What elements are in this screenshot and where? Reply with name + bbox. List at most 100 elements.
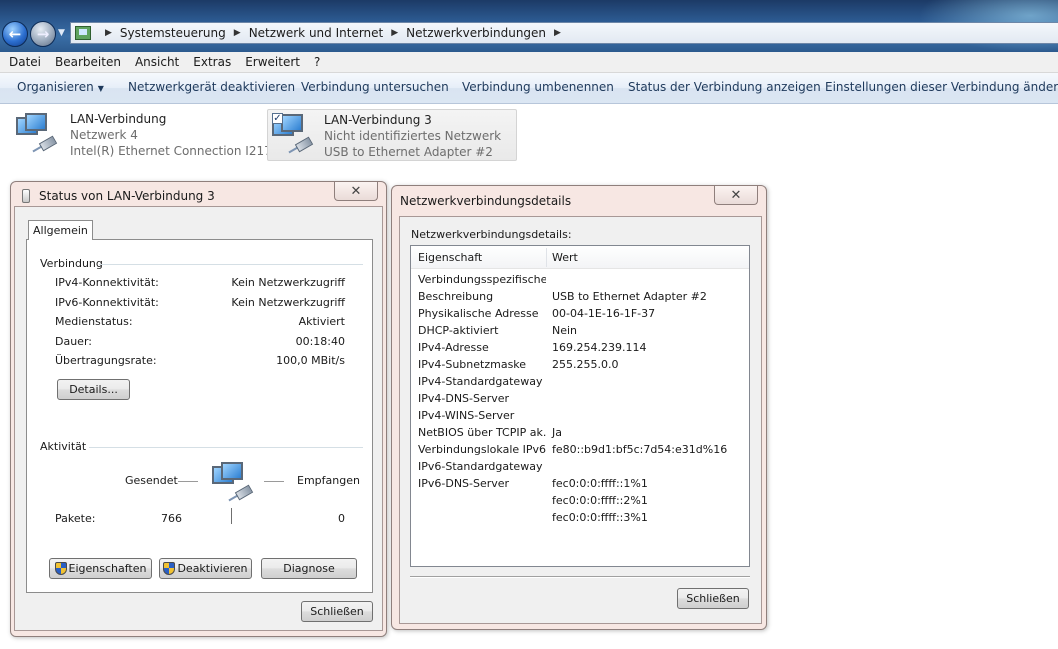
value-cell: 00-04-1E-16-1F-37 [552,307,656,320]
list-item[interactable]: Verbindungsspezifisches... [418,273,748,290]
chevron-right-icon[interactable]: ▶ [554,28,561,38]
rename-connection-button[interactable]: Verbindung umbenennen [462,80,614,94]
deactivate-label: Deaktivieren [177,562,248,575]
connection-item-lan[interactable]: LAN-Verbindung Netzwerk 4 Intel(R) Ether… [14,109,284,161]
duration-label: Dauer: [55,335,92,348]
list-item[interactable]: IPv4-Adresse 169.254.239.114 [418,341,748,358]
menu-ansicht[interactable]: Ansicht [128,55,186,69]
control-panel-icon [75,26,91,40]
deactivate-device-button[interactable]: Netzwerkgerät deaktivieren [128,80,295,94]
selection-checkbox[interactable]: ✓ [272,113,283,124]
connection-name: LAN-Verbindung [70,112,167,126]
menu-help[interactable]: ? [307,55,327,69]
change-settings-button[interactable]: Einstellungen dieser Verbindung ändern [825,80,1058,94]
properties-label: Eigenschaften [68,562,147,575]
list-item[interactable]: Verbindungslokale IPv6-... fe80::b9d1:bf5… [418,443,748,460]
media-status-value: Aktiviert [298,315,345,328]
network-adapter-icon [16,113,60,157]
breadcrumb-netzwerk-und-internet[interactable]: Netzwerk und Internet [249,26,384,40]
close-button[interactable]: Schließen [677,588,749,609]
connection-item-lan-3[interactable]: ✓ LAN-Verbindung 3 Nicht identifiziertes… [267,109,517,161]
value-cell: fe80::b9d1:bf5c:7d54:e31d%16 [552,443,728,456]
menu-datei[interactable]: Datei [2,55,48,69]
list-item[interactable]: DHCP-aktiviert Nein [418,324,748,341]
group-divider [99,264,363,265]
sent-dash [178,481,198,482]
group-connection-label: Verbindung [40,257,103,270]
list-item[interactable]: IPv4-DNS-Server [418,392,748,409]
back-arrow-icon[interactable]: ← [2,21,28,47]
details-heading: Netzwerkverbindungsdetails: [411,228,572,241]
speed-value: 100,0 MBit/s [276,354,345,367]
breadcrumb-netzwerkverbindungen[interactable]: Netzwerkverbindungen [406,26,546,40]
menu-bar: Datei Bearbeiten Ansicht Extras Erweiter… [0,52,1058,73]
received-label: Empfangen [297,474,360,487]
property-cell: NetBIOS über TCPIP ak... [418,426,546,439]
breadcrumb-systemsteuerung[interactable]: Systemsteuerung [120,26,226,40]
chevron-right-icon[interactable]: ▶ [234,28,241,38]
menu-extras[interactable]: Extras [186,55,238,69]
uac-shield-icon [54,562,67,575]
property-cell: Physikalische Adresse [418,307,539,320]
property-cell: IPv4-WINS-Server [418,409,515,422]
list-item[interactable]: fec0:0:0:ffff::3%1 [418,511,748,528]
property-cell: IPv6-DNS-Server [418,477,510,490]
address-bar: ← → ▼ ▶ Systemsteuerung ▶ Netzwerk und I… [0,0,1058,52]
list-item[interactable]: IPv4-Standardgateway [418,375,748,392]
property-cell: IPv4-DNS-Server [418,392,510,405]
property-cell: IPv4-Standardgateway [418,375,543,388]
recent-pages-dropdown-icon[interactable]: ▼ [58,28,65,38]
ipv4-connectivity-label: IPv4-Konnektivität: [55,276,159,289]
value-cell: Ja [552,426,562,439]
dialog-title: Netzwerkverbindungsdetails [400,194,572,208]
property-cell: IPv4-Subnetzmaske [418,358,527,371]
chevron-down-icon: ▼ [97,84,104,93]
details-button[interactable]: Details... [57,379,130,400]
property-cell: DHCP-aktiviert [418,324,499,337]
packets-sent-value: 766 [161,512,182,525]
value-cell: Nein [552,324,578,337]
properties-button[interactable]: Eigenschaften [49,558,152,579]
address-field[interactable]: ▶ Systemsteuerung ▶ Netzwerk und Interne… [70,22,1058,44]
diagnose-button[interactable]: Diagnose [261,558,357,579]
chevron-right-icon[interactable]: ▶ [105,28,112,38]
close-icon[interactable]: ✕ [714,186,758,205]
connection-network: Nicht identifiziertes Netzwerk [324,129,502,143]
status-dialog: Status von LAN-Verbindung 3 ✕ Allgemein … [10,181,387,637]
separator-line [410,576,750,578]
connection-network: Netzwerk 4 [70,128,138,142]
chevron-right-icon[interactable]: ▶ [391,28,398,38]
value-cell: 169.254.239.114 [552,341,647,354]
tab-allgemein[interactable]: Allgemein [28,220,93,240]
property-cell: Verbindungsspezifisches... [418,273,546,286]
dialog-client-area: Allgemein Verbindung IPv4-Konnektivität:… [14,206,383,631]
activity-divider [231,508,232,524]
list-item[interactable]: NetBIOS über TCPIP ak... Ja [418,426,748,443]
value-cell: fec0:0:0:ffff::3%1 [552,511,648,524]
view-status-button[interactable]: Status der Verbindung anzeigen [628,80,821,94]
list-item[interactable]: Beschreibung USB to Ethernet Adapter #2 [418,290,748,307]
list-item[interactable]: IPv6-DNS-Server fec0:0:0:ffff::1%1 [418,477,748,494]
dialog-title: Status von LAN-Verbindung 3 [39,189,215,203]
deactivate-button[interactable]: Deaktivieren [159,558,252,579]
list-item[interactable]: IPv4-WINS-Server [418,409,748,426]
value-cell: USB to Ethernet Adapter #2 [552,290,707,303]
list-item[interactable]: Physikalische Adresse 00-04-1E-16-1F-37 [418,307,748,324]
property-cell: Verbindungslokale IPv6-... [418,443,546,456]
diagnose-connection-button[interactable]: Verbindung untersuchen [301,80,449,94]
forward-arrow-icon[interactable]: → [30,21,56,47]
details-listview[interactable]: Eigenschaft Wert Verbindungsspezifisches… [410,245,750,567]
menu-erweitert[interactable]: Erweitert [238,55,307,69]
value-cell: fec0:0:0:ffff::2%1 [552,494,648,507]
close-icon[interactable]: ✕ [334,182,378,201]
tab-panel-general: Verbindung IPv4-Konnektivität: Kein Netz… [26,239,373,593]
column-divider[interactable] [546,248,547,267]
menu-bearbeiten[interactable]: Bearbeiten [48,55,128,69]
list-item[interactable]: IPv6-Standardgateway [418,460,748,477]
close-button[interactable]: Schließen [301,601,373,622]
organize-button[interactable]: Organisieren ▼ [17,80,104,94]
column-header-property[interactable]: Eigenschaft [418,251,482,264]
list-item[interactable]: IPv4-Subnetzmaske 255.255.0.0 [418,358,748,375]
list-item[interactable]: fec0:0:0:ffff::2%1 [418,494,748,511]
column-header-value[interactable]: Wert [552,251,578,264]
